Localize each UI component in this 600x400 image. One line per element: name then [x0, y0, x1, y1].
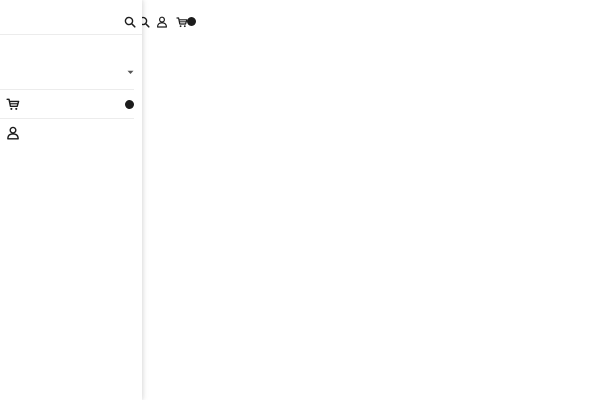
- drawer-divider: [0, 118, 134, 119]
- drawer-cart-link[interactable]: [0, 93, 142, 117]
- drawer-cart-count-badge: [125, 100, 134, 109]
- cart-icon: [6, 98, 20, 110]
- drawer-divider: [0, 89, 134, 90]
- drawer-account-link[interactable]: [0, 122, 142, 146]
- drawer-header: [0, 0, 142, 35]
- account-icon: [157, 16, 167, 28]
- cart-count-badge: [187, 17, 196, 26]
- chevron-down-icon: [127, 70, 134, 74]
- page: [0, 0, 600, 400]
- drawer-dropdown[interactable]: [0, 62, 142, 86]
- drawer-search-button[interactable]: [122, 14, 138, 30]
- search-icon: [124, 16, 136, 28]
- navigation-drawer: [0, 0, 142, 400]
- account-icon: [7, 126, 19, 140]
- header-account-button[interactable]: [154, 14, 170, 30]
